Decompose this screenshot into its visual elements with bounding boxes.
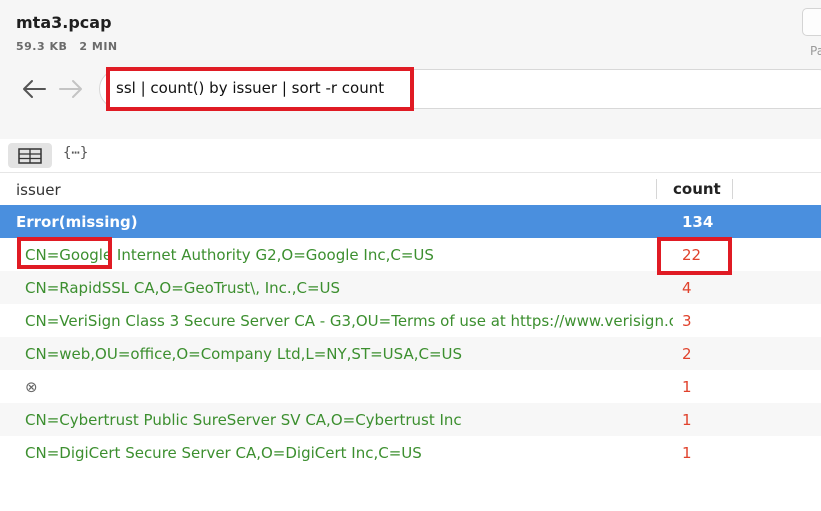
column-divider[interactable] <box>656 179 657 199</box>
issuer-cell: Error(missing) <box>16 213 138 231</box>
issuer-cell: CN=RapidSSL CA,O=GeoTrust\, Inc.,C=US <box>25 279 341 297</box>
issuer-cell: CN=DigiCert Secure Server CA,O=DigiCert … <box>25 444 422 462</box>
file-name: mta3.pcap <box>16 13 112 32</box>
table-row[interactable]: CN=Cybertrust Public SureServer SV CA,O=… <box>0 403 821 436</box>
count-cell: 134 <box>682 213 714 231</box>
file-size: 59.3 KB <box>16 40 68 53</box>
count-cell: 1 <box>682 378 692 396</box>
back-arrow-icon[interactable] <box>21 78 47 100</box>
count-cell: 1 <box>682 411 692 429</box>
null-value-icon: ⊗ <box>25 378 38 396</box>
table-row[interactable]: CN=DigiCert Secure Server CA,O=DigiCert … <box>0 436 821 469</box>
file-meta: 59.3 KB 2 MIN <box>16 40 118 53</box>
count-cell: 1 <box>682 444 692 462</box>
table-row[interactable]: ⊗ 1 <box>0 370 821 403</box>
issuer-cell: CN=VeriSign Class 3 Secure Server CA - G… <box>25 312 673 330</box>
table-row[interactable]: CN=RapidSSL CA,O=GeoTrust\, Inc.,C=US 4 <box>0 271 821 304</box>
corner-label: Pa <box>810 44 821 58</box>
table-row[interactable]: Error(missing) 134 <box>0 205 821 238</box>
table-view-button[interactable] <box>8 143 52 168</box>
column-header-issuer[interactable]: issuer <box>16 181 61 199</box>
issuer-cell: CN=Google Internet Authority G2,O=Google… <box>25 246 434 264</box>
table-header: issuer count <box>0 172 821 204</box>
count-highlight-box <box>657 237 732 275</box>
count-cell: 3 <box>682 312 692 330</box>
corner-button[interactable] <box>802 8 821 36</box>
count-cell: 4 <box>682 279 692 297</box>
search-input[interactable]: ssl | count() by issuer | sort -r count <box>116 79 384 97</box>
column-divider[interactable] <box>732 179 733 199</box>
file-age: 2 MIN <box>79 40 118 53</box>
column-header-count[interactable]: count <box>673 180 721 198</box>
forward-arrow-icon[interactable] <box>58 78 84 100</box>
top-bar: mta3.pcap 59.3 KB 2 MIN Pa ssl | count() … <box>0 0 821 139</box>
table-row[interactable]: CN=VeriSign Class 3 Secure Server CA - G… <box>0 304 821 337</box>
table-icon <box>18 148 42 164</box>
table-row[interactable]: CN=web,OU=office,O=Company Ltd,L=NY,ST=U… <box>0 337 821 370</box>
issuer-cell: CN=Cybertrust Public SureServer SV CA,O=… <box>25 411 462 429</box>
json-view-button[interactable]: {⋯} <box>63 145 88 161</box>
issuer-cell: CN=web,OU=office,O=Company Ltd,L=NY,ST=U… <box>25 345 463 363</box>
count-cell: 2 <box>682 345 692 363</box>
issuer-highlight-box <box>17 237 112 269</box>
